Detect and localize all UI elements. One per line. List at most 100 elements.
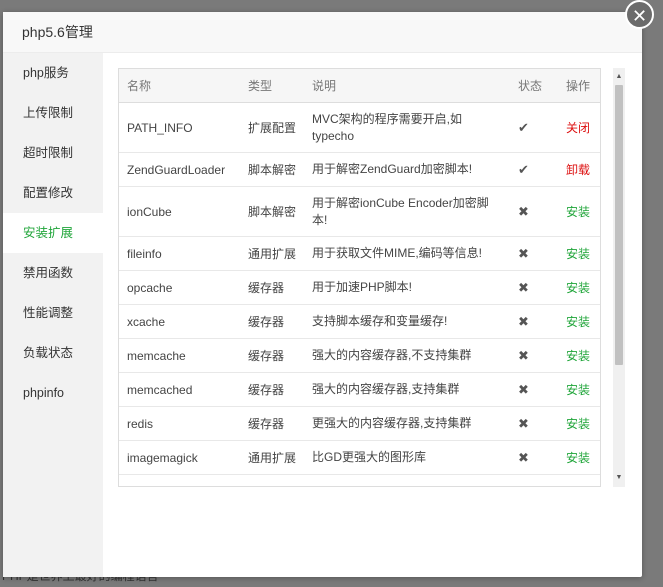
extension-description-cell: 用于解密ZendGuard加密脚本!: [312, 162, 473, 176]
extension-name-cell-container: memcached: [119, 372, 240, 407]
extension-type-cell: 缓存器: [248, 417, 285, 431]
cross-icon: ✖: [518, 381, 529, 397]
cross-icon: ✖: [518, 347, 529, 363]
scrollbar-thumb[interactable]: [615, 85, 623, 365]
extension-description-cell: 用于解密ionCube Encoder加密脚本!: [312, 195, 489, 227]
extension-action-link-container[interactable]: 关闭: [558, 102, 600, 153]
extension-description-cell-container: MVC架构的程序需要开启,如typecho: [304, 102, 510, 153]
sidebar-item-label: phpinfo: [23, 386, 65, 400]
sidebar-item-phpinfo[interactable]: phpinfo: [3, 373, 103, 413]
check-icon: ✔: [518, 119, 529, 135]
extension-status-icon-container: ✖: [510, 186, 558, 237]
extension-action-link-container[interactable]: 安装: [558, 406, 600, 441]
table-row: imagemagick 通用扩展 比GD更强大的图形库 ✖ 安装: [119, 440, 600, 475]
sidebar-item-label: 上传限制: [23, 106, 74, 120]
sidebar-item-timeout-limit[interactable]: 超时限制: [3, 133, 103, 173]
cross-icon: ✖: [518, 279, 529, 295]
sidebar-item-upload-limit[interactable]: 上传限制: [3, 93, 103, 133]
sidebar-item-performance-tuning[interactable]: 性能调整: [3, 293, 103, 333]
extension-name-cell-container: memcache: [119, 338, 240, 373]
table-row: xcache 缓存器 支持脚本缓存和变量缓存! ✖ 安装: [119, 304, 600, 339]
extension-action-link[interactable]: 关闭: [566, 121, 590, 135]
vertical-scrollbar[interactable]: ▲ ▼: [613, 68, 625, 487]
extension-name-cell: redis: [127, 416, 154, 431]
extension-name-cell: memcache: [127, 348, 186, 363]
extension-action-link[interactable]: 安装: [566, 205, 590, 219]
cross-icon: ✖: [518, 415, 529, 431]
extension-description-cell: 比GD更强大的图形库: [312, 450, 427, 464]
column-header-type: 类型: [240, 69, 304, 103]
extension-action-link-container[interactable]: 安装: [558, 186, 600, 237]
extension-status-icon-container: ✖: [510, 338, 558, 373]
extension-status-icon-container: ✖: [510, 440, 558, 475]
column-header-action: 操作: [558, 69, 600, 103]
extension-action-link[interactable]: 安装: [566, 383, 590, 397]
column-header-name: 名称: [119, 69, 240, 103]
extension-action-link[interactable]: 安装: [566, 417, 590, 431]
extension-name-cell: memcached: [127, 382, 193, 397]
extension-description-cell-container: 强大的内容缓存器,支持集群: [304, 372, 510, 407]
extension-action-link[interactable]: 安装: [566, 451, 590, 465]
extension-action-link-container[interactable]: 安装: [558, 440, 600, 475]
extension-type-cell-container: 通用扩展: [240, 440, 304, 475]
table-row: opcache 缓存器 用于加速PHP脚本! ✖ 安装: [119, 270, 600, 305]
extension-action-link-container[interactable]: 安装: [558, 338, 600, 373]
extension-status-icon-container: ✖: [510, 406, 558, 441]
sidebar-item-label: php服务: [23, 66, 69, 80]
extensions-table-container[interactable]: 名称 类型 说明 状态 操作 PATH_INFO 扩展配置 MVC架构的程序需要开启…: [118, 68, 601, 487]
extension-type-cell-container: 缓存器: [240, 304, 304, 339]
extension-description-cell-container: 用于解密ZendGuard加密脚本!: [304, 152, 510, 187]
extension-description-cell-container: 更强大的内容缓存器,支持集群: [304, 406, 510, 441]
cross-icon: ✖: [518, 203, 529, 219]
extension-type-cell: 通用扩展: [248, 247, 297, 261]
extension-status-icon-container: ✔: [510, 102, 558, 153]
sidebar-item-disabled-functions[interactable]: 禁用函数: [3, 253, 103, 293]
sidebar-item-label: 超时限制: [23, 146, 74, 160]
extension-type-cell: 通用扩展: [248, 451, 297, 465]
extension-action-link-container[interactable]: 安装: [558, 236, 600, 271]
scroll-down-arrow-icon[interactable]: ▼: [613, 471, 625, 485]
extension-action-link-container[interactable]: 安装: [558, 270, 600, 305]
extension-action-link[interactable]: 安装: [566, 281, 590, 295]
extension-description-cell-container: 用于加速PHP脚本!: [304, 270, 510, 305]
extension-description-cell: 用于加速PHP脚本!: [312, 280, 413, 294]
sidebar-item-install-extensions[interactable]: 安装扩展: [3, 213, 103, 253]
extension-action-link-container[interactable]: 卸载: [558, 152, 600, 187]
extension-description-cell: 支持脚本缓存和变量缓存!: [312, 314, 448, 328]
close-button[interactable]: ✕: [625, 0, 654, 29]
extension-type-cell: 缓存器: [248, 383, 285, 397]
column-header-status: 状态: [510, 69, 558, 103]
sidebar-item-label: 禁用函数: [23, 266, 74, 280]
extension-name-cell: fileinfo: [127, 246, 162, 261]
table-row: redis 缓存器 更强大的内容缓存器,支持集群 ✖ 安装: [119, 406, 600, 441]
extension-type-cell: 脚本解密: [248, 163, 297, 177]
extension-type-cell-container: 通用扩展: [240, 236, 304, 271]
extension-status-icon-container: ✖: [510, 270, 558, 305]
extension-name-cell-container: redis: [119, 406, 240, 441]
sidebar-item-load-status[interactable]: 负载状态: [3, 333, 103, 373]
extension-action-link[interactable]: 安装: [566, 247, 590, 261]
extension-name-cell: ionCube: [127, 204, 172, 219]
dialog-title: php5.6管理: [22, 24, 93, 40]
extension-action-link-container[interactable]: 安装: [558, 304, 600, 339]
extension-action-link[interactable]: 安装: [566, 349, 590, 363]
extension-action-link[interactable]: 安装: [566, 315, 590, 329]
extension-action-link[interactable]: 卸载: [566, 163, 590, 177]
extensions-table: 名称 类型 说明 状态 操作 PATH_INFO 扩展配置 MVC架构的程序需要开启…: [119, 69, 600, 475]
extension-description-cell-container: 强大的内容缓存器,不支持集群: [304, 338, 510, 373]
sidebar-item-label: 安装扩展: [23, 226, 74, 240]
sidebar-item-config-edit[interactable]: 配置修改: [3, 173, 103, 213]
table-row: memcached 缓存器 强大的内容缓存器,支持集群 ✖ 安装: [119, 372, 600, 407]
extension-type-cell: 扩展配置: [248, 121, 297, 135]
extension-type-cell-container: 缓存器: [240, 338, 304, 373]
extension-description-cell: 更强大的内容缓存器,支持集群: [312, 416, 472, 430]
dialog-header: php5.6管理: [3, 12, 642, 53]
extension-status-icon-container: ✖: [510, 236, 558, 271]
sidebar-item-php-service[interactable]: php服务: [3, 53, 103, 93]
extension-type-cell: 脚本解密: [248, 205, 297, 219]
extension-name-cell: ZendGuardLoader: [127, 162, 226, 177]
extension-name-cell-container: imagemagick: [119, 440, 240, 475]
scroll-up-arrow-icon[interactable]: ▲: [613, 70, 625, 84]
table-header-row: 名称 类型 说明 状态 操作: [119, 69, 600, 103]
extension-action-link-container[interactable]: 安装: [558, 372, 600, 407]
